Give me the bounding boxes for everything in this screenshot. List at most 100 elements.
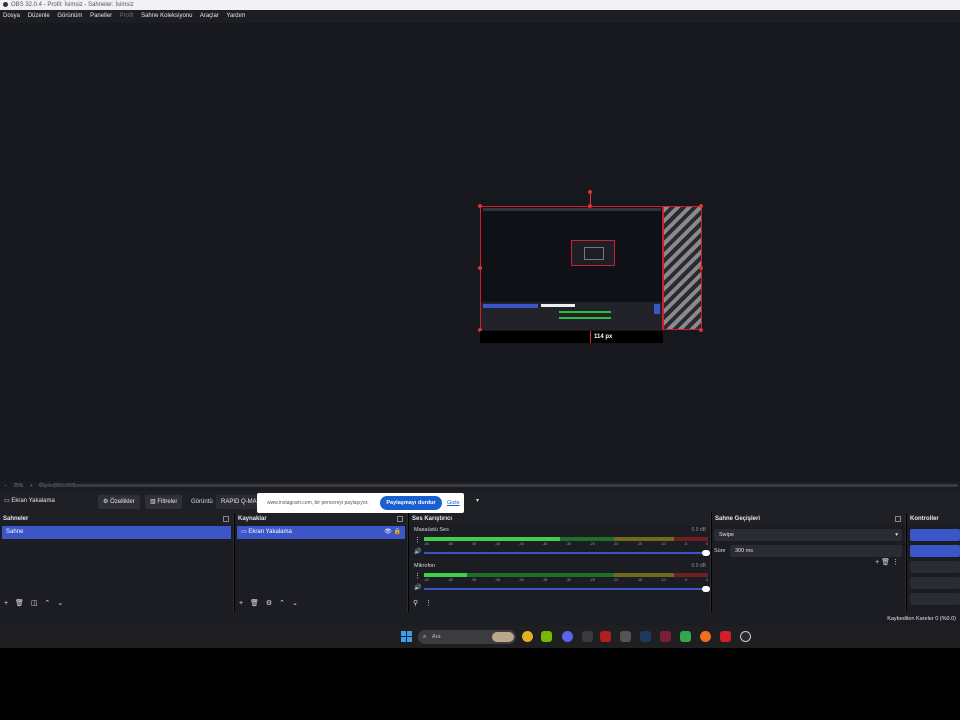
virtual-camera-button[interactable] [910,561,960,573]
channel-menu-icon[interactable]: ⋮ [414,536,421,544]
menu-gorunum[interactable]: Görünüm [57,13,82,19]
menu-yardim[interactable]: Yardım [226,13,245,19]
undock-icon[interactable] [397,516,403,522]
chrome-icon[interactable] [522,631,533,642]
properties-button[interactable]: ⚙ Özellikler [98,495,140,509]
move-down-icon[interactable]: ⌄ [292,600,298,607]
windows-start-icon[interactable] [401,631,412,642]
scenes-toolbar: + 🗑 ◫ ⌃ ⌄ [0,599,233,609]
display-select[interactable]: RAPID Q-MA [216,495,262,509]
channel-db: 0.0 dB [691,527,706,533]
mixer-channel-mic: Mikrofon 0.0 dB ⋮ -60 -55 -50 -45 -40 -35 -30-… [414,563,710,593]
mixer-menu-icon[interactable]: ⋮ [425,600,432,607]
start-streaming-button[interactable] [910,529,960,541]
file-icon[interactable] [620,631,631,642]
scene-filters-icon[interactable]: ◫ [31,600,38,607]
filters-button[interactable]: ▥ Filtreler [145,495,183,509]
app-icon-3[interactable] [700,631,711,642]
trash-icon[interactable]: 🗑 [250,600,259,607]
undock-icon[interactable] [895,516,901,522]
transition-menu-icon[interactable]: ⋮ [892,559,899,566]
scenes-header: Sahneler [0,513,233,525]
resize-handle-r[interactable] [699,266,703,270]
trash-icon[interactable]: 🗑 [15,600,24,607]
resize-handle-tr[interactable] [699,204,703,208]
program-preview[interactable]: 114 px [0,23,960,481]
window-titlebar: OBS 32.0.4 - Profil: İsimsiz - Sahneler:… [0,0,960,10]
menu-sahne-koleksiyonu[interactable]: Sahne Koleksiyonu [141,13,192,19]
menu-bar: Dosya Düzenle Görünüm Paneller Profil Sa… [0,10,960,23]
link-icon[interactable]: ⚲ [413,600,418,607]
volume-knob[interactable] [702,586,710,592]
cropped-area [663,206,702,330]
scene-item[interactable]: Sahne [2,526,231,539]
hide-banner-link[interactable]: Gizle [447,493,460,513]
transitions-dock: Sahne Geçişleri Swipe ▾ Süre 300 ms + 🗑 … [712,513,906,612]
menu-araclar[interactable]: Araçlar [200,13,219,19]
add-transition-icon[interactable]: + [875,559,879,566]
gear-icon[interactable]: ⚙ [266,600,272,607]
taskbar-search[interactable]: ⌕ Ara [418,630,516,644]
channel-menu-icon[interactable]: ⋮ [414,572,421,580]
resize-handle-l[interactable] [478,266,482,270]
display-label: Görüntü [191,499,213,505]
volume-slider[interactable] [424,586,710,592]
channel-db: 0.0 dB [691,563,706,569]
menu-dosya[interactable]: Dosya [3,13,20,19]
steam-icon[interactable] [640,631,651,642]
trash-icon[interactable]: 🗑 [881,559,890,566]
zoom-out-button[interactable]: − [4,483,7,489]
preview-hscrollbar[interactable] [40,484,958,487]
channel-name: Mikrofon [414,563,436,569]
move-up-icon[interactable]: ⌃ [44,600,50,607]
search-highlight-image [492,632,514,642]
settings-button[interactable] [910,593,960,605]
rotation-handle[interactable] [588,190,592,194]
add-scene-icon[interactable]: + [4,600,8,607]
volume-knob[interactable] [702,550,710,556]
undock-icon[interactable] [223,516,229,522]
nvidia-icon[interactable] [541,631,552,642]
app-icon-2[interactable] [660,631,671,642]
resize-handle-br[interactable] [699,328,703,332]
search-icon: ⌕ [423,634,427,640]
app-icon-4[interactable] [720,631,731,642]
transition-select[interactable]: Swipe ▾ [714,529,902,541]
screen-share-banner: www.instagram.com, bir pencereyi paylaşı… [257,493,464,513]
studio-mode-button[interactable] [910,577,960,589]
obs-taskbar-icon[interactable] [740,631,751,642]
start-recording-button[interactable] [910,545,960,557]
duration-label: Süre [714,548,726,554]
selected-source-bounds[interactable]: 114 px [478,183,703,343]
move-down-icon[interactable]: ⌄ [57,600,63,607]
measure-line [590,331,591,343]
discord-icon[interactable] [562,631,573,642]
source-item[interactable]: ▭ Ekran Yakalama 👁 🔒 [237,526,405,539]
eye-icon[interactable]: 👁 [384,529,392,535]
mini-menubar [483,208,661,211]
filter-icon: ▥ [150,499,156,505]
stop-sharing-button[interactable]: Paylaşmayı durdur [380,496,442,510]
zoom-in-button[interactable]: + [30,483,33,489]
resize-handle-tl[interactable] [478,204,482,208]
sources-header: Kaynaklar [235,513,407,525]
lock-icon[interactable]: 🔒 [394,529,401,535]
mini-docks [481,302,662,330]
obs-logo-icon [3,1,8,7]
share-message: www.instagram.com, bir pencereyi paylaşı… [267,500,369,506]
resize-handle-t[interactable] [588,204,592,208]
display-dropdown-icon[interactable]: ▾ [476,497,486,507]
menu-duzenle[interactable]: Düzenle [28,13,50,19]
msi-icon[interactable] [600,631,611,642]
scenes-dock: Sahneler Sahne + 🗑 ◫ ⌃ ⌄ [0,513,234,612]
speaker-icon[interactable]: 🔊 [414,548,421,555]
add-source-icon[interactable]: + [239,600,243,607]
move-up-icon[interactable]: ⌃ [279,600,285,607]
duration-input[interactable]: 300 ms [730,545,902,557]
volume-slider[interactable] [424,550,710,556]
speaker-icon[interactable]: 🔊 [414,584,421,591]
app-icon[interactable] [582,631,593,642]
spreadsheet-icon[interactable] [680,631,691,642]
black-area [0,648,960,720]
menu-paneller[interactable]: Paneller [90,13,112,19]
